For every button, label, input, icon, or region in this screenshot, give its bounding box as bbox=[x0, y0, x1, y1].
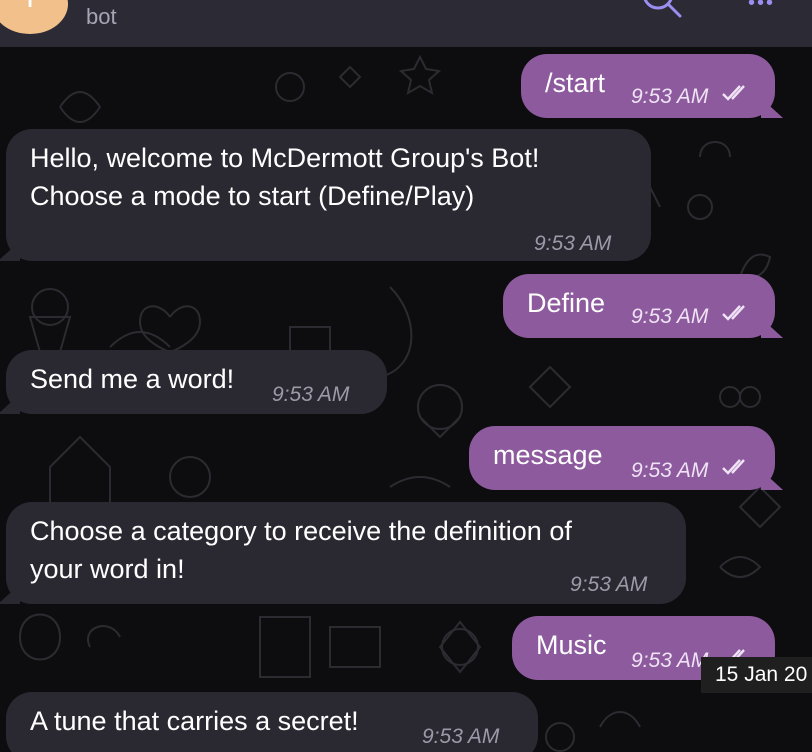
message-text: A tune that carries a secret! bbox=[30, 706, 359, 736]
double-check-icon bbox=[722, 459, 745, 475]
message-line: Choose a category to receive the definit… bbox=[30, 516, 572, 546]
incoming-message[interactable]: Send me a word! 9:53 AM bbox=[0, 350, 387, 414]
incoming-message[interactable]: Hello, welcome to McDermott Group's Bot!… bbox=[0, 129, 651, 261]
message-time: 9:53 AM bbox=[570, 573, 648, 596]
double-check-icon bbox=[722, 85, 745, 101]
message-line: Hello, welcome to McDermott Group's Bot! bbox=[30, 143, 540, 173]
message-list[interactable]: /start 9:53 AM Hello, welcome to McDermo… bbox=[0, 47, 812, 752]
message-time: 9:53 AM bbox=[631, 649, 709, 672]
incoming-message[interactable]: A tune that carries a secret! 9:53 AM bbox=[6, 692, 538, 752]
search-icon[interactable] bbox=[638, 0, 686, 22]
message-line: Choose a mode to start (Define/Play) bbox=[30, 181, 475, 211]
message-line: your word in! bbox=[30, 554, 185, 584]
outgoing-message[interactable]: message 9:53 AM bbox=[469, 426, 783, 490]
message-time: 9:53 AM bbox=[272, 383, 350, 406]
date-badge: 15 Jan 20 bbox=[701, 657, 812, 693]
outgoing-message[interactable]: Define 9:53 AM bbox=[503, 274, 783, 338]
incoming-message[interactable]: Choose a category to receive the definit… bbox=[0, 502, 686, 604]
message-time: 9:53 AM bbox=[422, 725, 500, 748]
outgoing-message[interactable]: /start 9:53 AM bbox=[521, 54, 783, 118]
double-check-icon bbox=[722, 305, 745, 321]
avatar[interactable]: T bbox=[0, 0, 68, 34]
message-time: 9:53 AM bbox=[631, 305, 709, 328]
message-text: Choose a category to receive the definit… bbox=[30, 512, 572, 588]
message-text: Define bbox=[527, 288, 606, 318]
message-time: 9:53 AM bbox=[534, 232, 612, 255]
message-text: Send me a word! bbox=[30, 364, 235, 394]
message-text: Music bbox=[536, 630, 607, 660]
message-text: message bbox=[493, 440, 603, 470]
chat-header: T bot ••• bbox=[0, 0, 812, 47]
message-time: 9:53 AM bbox=[631, 85, 709, 108]
message-text: /start bbox=[545, 68, 606, 98]
message-text: Hello, welcome to McDermott Group's Bot!… bbox=[30, 139, 539, 215]
more-icon[interactable]: ••• bbox=[748, 0, 775, 15]
message-time: 9:53 AM bbox=[631, 459, 709, 482]
chat-subtitle: bot bbox=[86, 4, 117, 29]
